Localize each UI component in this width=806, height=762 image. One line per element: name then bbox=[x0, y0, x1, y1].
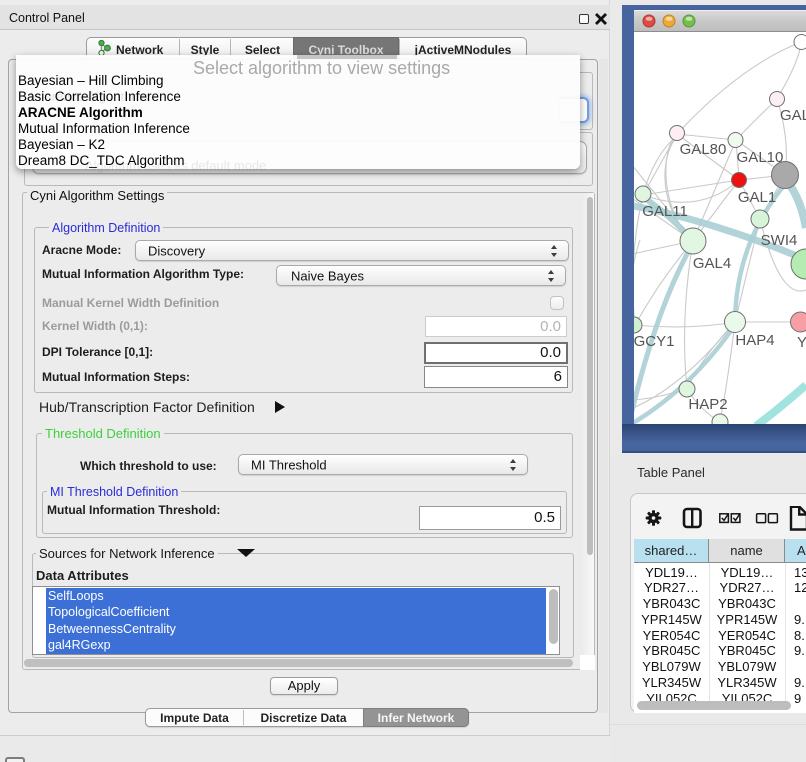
svg-text:HAP2: HAP2 bbox=[688, 396, 727, 413]
svg-text:SWI4: SWI4 bbox=[761, 232, 798, 249]
svg-text:GAL4: GAL4 bbox=[693, 255, 731, 272]
svg-text:GAL10: GAL10 bbox=[737, 149, 784, 166]
svg-text:GAL80: GAL80 bbox=[680, 141, 727, 158]
svg-text:GAL11: GAL11 bbox=[642, 203, 688, 220]
svg-text:GAL: GAL bbox=[780, 107, 806, 124]
svg-text:GCY1: GCY1 bbox=[634, 333, 674, 350]
svg-text:Y: Y bbox=[797, 334, 806, 351]
svg-text:HAP4: HAP4 bbox=[735, 332, 774, 349]
svg-text:GAL1: GAL1 bbox=[738, 189, 776, 206]
